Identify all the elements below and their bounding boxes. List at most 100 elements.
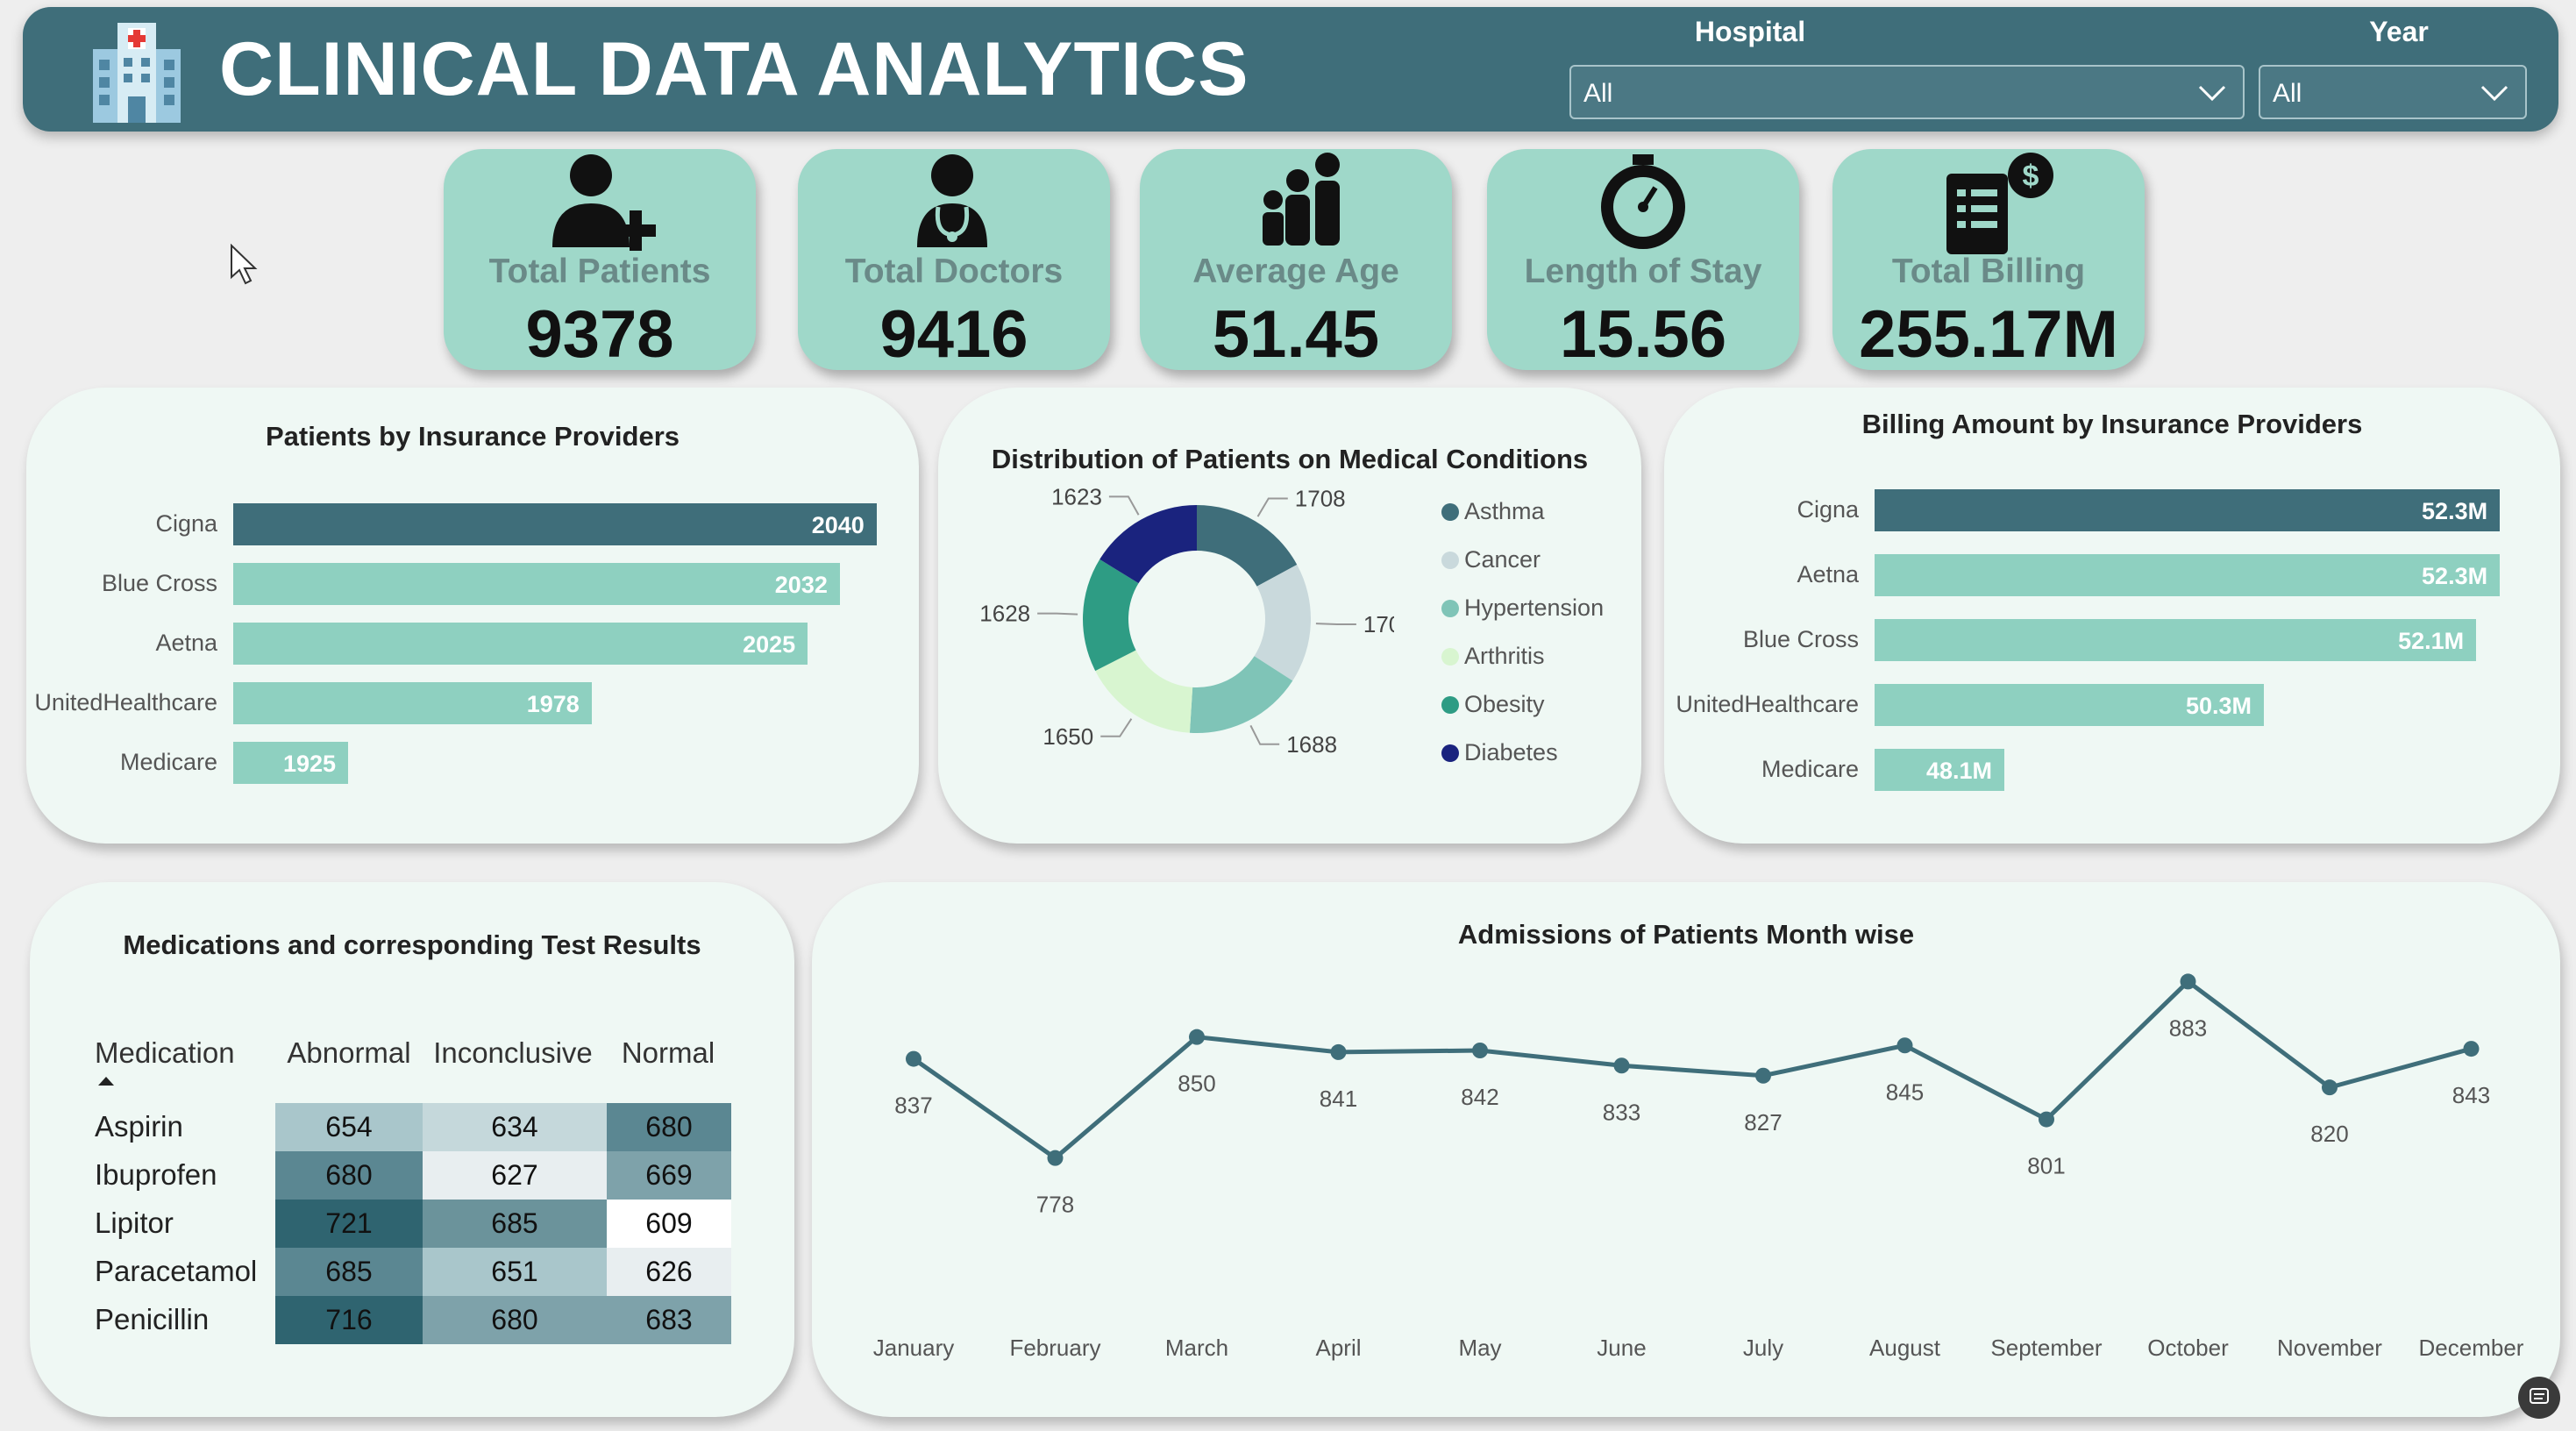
- point-value-label: 778: [1036, 1192, 1074, 1218]
- table-cell: 627: [423, 1151, 607, 1200]
- bar-value-label: 52.3M: [2422, 498, 2488, 524]
- bar-value-label: 48.1M: [1925, 758, 1992, 784]
- data-point[interactable]: [2180, 973, 2196, 990]
- point-value-label: 850: [1178, 1071, 1215, 1097]
- billing-icon: $: [1946, 153, 2053, 254]
- doctor-icon: [917, 154, 987, 247]
- conditions-donut-chart: 1708 1703 1688 1650 1628 1623: [979, 483, 1394, 757]
- data-point[interactable]: [1613, 1057, 1630, 1074]
- hospital-dropdown[interactable]: All: [1569, 65, 2245, 119]
- data-point[interactable]: [1755, 1067, 1771, 1084]
- point-value-label: 833: [1603, 1099, 1640, 1125]
- leader-line: [1100, 718, 1133, 737]
- legend-label: Cancer: [1464, 546, 1541, 573]
- point-value-label: 843: [2452, 1082, 2490, 1108]
- data-point[interactable]: [1896, 1037, 1913, 1054]
- bar[interactable]: 1978: [233, 682, 592, 724]
- data-point[interactable]: [1189, 1029, 1205, 1045]
- legend-item[interactable]: Cancer: [1441, 546, 1541, 573]
- table-cell: 680: [607, 1103, 731, 1151]
- legend-item[interactable]: Arthritis: [1441, 643, 1545, 670]
- bar[interactable]: 2040: [233, 503, 877, 545]
- legend-item[interactable]: Asthma: [1441, 498, 1545, 525]
- kpi-value: 255.17M: [1859, 297, 2118, 372]
- legend-item[interactable]: Obesity: [1441, 691, 1545, 718]
- billing-by-insurance-panel: Billing Amount by Insurance Providers Ci…: [1664, 388, 2560, 844]
- family-icon: [1263, 153, 1340, 246]
- data-point[interactable]: [1047, 1150, 1064, 1166]
- year-dropdown[interactable]: All: [2259, 65, 2527, 119]
- x-tick-label: February: [1009, 1335, 1100, 1361]
- row-label: Ibuprofen: [95, 1158, 217, 1191]
- slice-value-label: 1623: [1051, 483, 1102, 509]
- legend-label: Diabetes: [1464, 739, 1558, 765]
- bar-value-label: 1925: [282, 751, 337, 777]
- column-header[interactable]: Normal: [607, 1036, 729, 1070]
- data-point[interactable]: [1472, 1043, 1488, 1058]
- leader-line: [1249, 724, 1280, 745]
- data-point[interactable]: [2039, 1111, 2054, 1128]
- point-value-label: 883: [2169, 1015, 2207, 1041]
- legend-swatch: [1441, 648, 1459, 666]
- year-dropdown-value: All: [2273, 79, 2302, 108]
- leader-line: [1037, 612, 1078, 616]
- column-header[interactable]: Inconclusive: [423, 1036, 603, 1070]
- bar-value-label: 52.1M: [2398, 628, 2465, 654]
- x-tick-label: June: [1597, 1335, 1646, 1361]
- legend-swatch: [1441, 503, 1459, 521]
- data-point[interactable]: [1330, 1043, 1347, 1060]
- x-tick-label: September: [1990, 1335, 2103, 1361]
- legend-item[interactable]: Hypertension: [1441, 594, 1604, 622]
- kpi-total-doctors: Total Doctors 9416: [798, 149, 1110, 372]
- kpi-average-age: Average Age 51.45: [1140, 149, 1452, 372]
- bar[interactable]: 50.3M: [1875, 684, 2264, 726]
- table-cell: 651: [423, 1248, 607, 1296]
- bar[interactable]: 52.3M: [1875, 489, 2501, 531]
- data-point[interactable]: [2463, 1041, 2480, 1057]
- admissions-line-chart: 837 January 778 February 850 March 841 April 842…: [873, 973, 2524, 1361]
- hospital-dropdown-value: All: [1583, 79, 1613, 108]
- category-label: Cigna: [155, 510, 217, 537]
- chart-title: Billing Amount by Insurance Providers: [1861, 409, 2363, 439]
- data-point[interactable]: [2322, 1079, 2338, 1096]
- column-header[interactable]: Medication: [95, 1036, 235, 1070]
- svg-text:$: $: [2023, 160, 2039, 193]
- column-header[interactable]: Abnormal: [275, 1036, 423, 1070]
- x-tick-label: August: [1869, 1335, 1941, 1361]
- table-cell: 669: [607, 1151, 731, 1200]
- point-value-label: 837: [894, 1093, 932, 1119]
- bar[interactable]: 1925: [233, 742, 349, 784]
- year-filter-label: Year: [2369, 16, 2429, 47]
- category-label: Cigna: [1797, 496, 1859, 523]
- bar[interactable]: 2032: [233, 563, 840, 605]
- leader-line: [1108, 495, 1140, 516]
- point-value-label: 841: [1320, 1086, 1357, 1112]
- kpi-label: Total Billing: [1891, 253, 2086, 290]
- kpi-label: Total Patients: [488, 253, 711, 290]
- hospital-icon: [93, 23, 181, 123]
- table-cell: 685: [423, 1200, 607, 1248]
- chat-icon[interactable]: [2518, 1377, 2560, 1419]
- medications-panel: Medications and corresponding Test Resul…: [30, 882, 794, 1417]
- bar[interactable]: 52.1M: [1875, 619, 2477, 661]
- category-label: Blue Cross: [101, 570, 217, 596]
- legend-item[interactable]: Diabetes: [1441, 739, 1558, 766]
- series-line: [912, 979, 2473, 1161]
- bar[interactable]: 52.3M: [1875, 554, 2501, 596]
- x-tick-label: November: [2277, 1335, 2382, 1361]
- data-point[interactable]: [906, 1050, 922, 1067]
- category-label: Medicare: [1761, 756, 1859, 782]
- bar[interactable]: 2025: [233, 623, 808, 665]
- leader-line: [1315, 623, 1356, 625]
- kpi-length-of-stay: Length of Stay 15.56: [1487, 149, 1799, 372]
- x-tick-label: October: [2147, 1335, 2229, 1361]
- chart-title: Patients by Insurance Providers: [265, 421, 680, 452]
- row-label: Penicillin: [95, 1303, 210, 1335]
- patients-by-insurance-panel: Patients by Insurance Providers Cigna 204…: [26, 388, 919, 844]
- x-tick-label: July: [1743, 1335, 1783, 1361]
- category-label: Aetna: [1797, 561, 1859, 587]
- chart-title: Distribution of Patients on Medical Cond…: [991, 444, 1589, 474]
- table-cell: 634: [423, 1103, 607, 1151]
- bar[interactable]: 48.1M: [1875, 749, 2004, 791]
- table-cell: 716: [275, 1296, 423, 1344]
